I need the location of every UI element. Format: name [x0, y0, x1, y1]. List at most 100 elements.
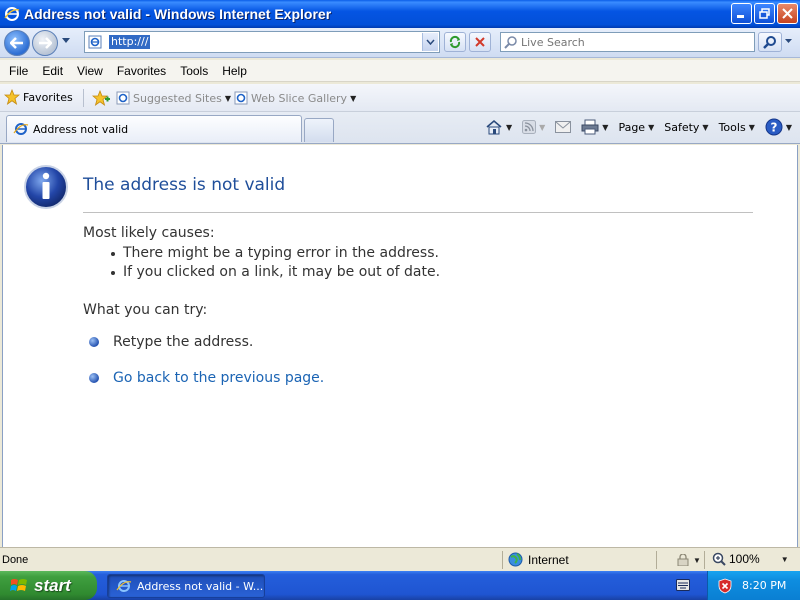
security-shield-icon[interactable] [718, 578, 732, 594]
clock[interactable]: 8:20 PM [742, 579, 786, 592]
navigation-bar: http:/// [0, 28, 800, 58]
page-icon [88, 35, 102, 49]
globe-icon [508, 552, 523, 567]
search-box[interactable] [500, 32, 755, 52]
windows-logo-icon [10, 578, 27, 591]
star-icon [4, 89, 20, 105]
address-dropdown-button[interactable] [422, 33, 438, 51]
tools-menu-button[interactable]: Tools ▼ [719, 121, 755, 134]
chevron-down-icon: ▼ [539, 122, 546, 132]
close-button[interactable] [777, 3, 798, 24]
status-separator [656, 551, 657, 569]
favorites-button[interactable]: Favorites [4, 89, 73, 105]
retype-address-item: Retype the address. [89, 334, 253, 350]
title-bar[interactable]: Address not valid - Windows Internet Exp… [0, 0, 800, 28]
favorites-label: Favorites [23, 90, 73, 104]
chevron-down-icon: ▼ [780, 554, 789, 564]
causes-list: There might be a typing error in the add… [111, 244, 440, 282]
address-bar[interactable]: http:/// [84, 31, 440, 53]
search-input[interactable] [521, 35, 749, 49]
search-button[interactable] [758, 32, 782, 52]
ie-logo-icon [116, 580, 132, 592]
taskbar-item-ie[interactable]: Address not valid - W... [107, 574, 265, 598]
address-url[interactable]: http:/// [109, 35, 151, 49]
go-back-link[interactable]: Go back to the previous page. [113, 370, 324, 386]
close-icon [782, 8, 793, 19]
search-provider-icon [504, 36, 517, 49]
menu-help[interactable]: Help [215, 64, 254, 78]
status-separator [502, 551, 503, 569]
menu-tools[interactable]: Tools [173, 64, 215, 78]
read-mail-button[interactable] [555, 121, 572, 133]
tab-address-not-valid[interactable]: Address not valid [6, 115, 302, 142]
info-icon [24, 165, 68, 209]
protected-mode-button[interactable]: ▼ [676, 554, 701, 566]
start-button[interactable]: start [0, 571, 97, 600]
chevron-down-icon: ▼ [785, 122, 792, 132]
bullet-icon [89, 373, 99, 383]
ie-logo-icon [4, 7, 20, 21]
feeds-button[interactable]: ▼ [522, 120, 545, 134]
chevron-down-icon: ▼ [693, 555, 701, 565]
print-button[interactable]: ▼ [581, 119, 608, 135]
retype-address-text: Retype the address. [113, 334, 254, 350]
taskbar-item-label: Address not valid - W... [137, 579, 264, 593]
maximize-button[interactable] [754, 3, 775, 24]
add-to-favorites-icon[interactable] [92, 90, 110, 106]
lock-icon [677, 554, 689, 566]
menu-favorites[interactable]: Favorites [110, 64, 173, 78]
safety-menu-label: Safety [664, 120, 700, 134]
page-content: The address is not valid Most likely cau… [2, 145, 798, 547]
taskbar: start Address not valid - W... 8:20 PM [0, 571, 800, 600]
search-options-dropdown-icon[interactable] [784, 38, 793, 44]
heading-divider [83, 212, 753, 213]
forward-arrow-icon [39, 37, 52, 49]
forward-button[interactable] [32, 30, 58, 56]
minimize-button[interactable] [731, 3, 752, 24]
chevron-down-icon: ▼ [648, 122, 655, 132]
window-title: Address not valid - Windows Internet Exp… [24, 6, 332, 22]
suggested-sites-link[interactable]: Suggested Sites ▼ [116, 91, 231, 105]
ie-page-icon [13, 123, 29, 135]
chevron-down-icon: ▼ [702, 122, 709, 132]
cause-item: If you clicked on a link, it may be out … [111, 263, 440, 282]
safety-menu-button[interactable]: Safety ▼ [664, 121, 708, 134]
menu-bar: File Edit View Favorites Tools Help [0, 60, 800, 82]
help-icon: ? [765, 118, 783, 136]
go-back-item[interactable]: Go back to the previous page. [89, 370, 324, 386]
zoom-level: 100% [729, 552, 760, 566]
favorites-bar: Favorites Suggested Sites ▼ Web Slice Ga… [0, 84, 800, 112]
home-button[interactable]: ▼ [485, 119, 512, 135]
status-separator [704, 551, 705, 569]
keyboard-icon[interactable] [676, 579, 690, 591]
chevron-down-icon: ▼ [224, 93, 231, 103]
stop-button[interactable] [469, 32, 491, 52]
rss-feed-icon [522, 120, 537, 134]
home-icon [486, 119, 502, 135]
menu-edit[interactable]: Edit [35, 64, 70, 78]
refresh-button[interactable] [444, 32, 466, 52]
help-menu-button[interactable]: ? ▼ [765, 118, 792, 136]
restore-icon [759, 8, 770, 19]
printer-icon [581, 119, 599, 135]
new-tab-button[interactable] [304, 118, 334, 142]
page-menu-button[interactable]: Page ▼ [618, 121, 654, 134]
zoom-icon [712, 552, 726, 566]
favorites-separator [83, 89, 84, 107]
tools-menu-label: Tools [718, 120, 746, 134]
stop-icon [475, 37, 485, 47]
chevron-down-icon: ▼ [505, 122, 513, 132]
search-icon [763, 36, 776, 49]
bullet-icon [89, 337, 99, 347]
recent-pages-dropdown-icon[interactable] [61, 37, 71, 45]
menu-view[interactable]: View [70, 64, 110, 78]
cause-item: There might be a typing error in the add… [111, 244, 440, 263]
command-bar: ▼ ▼ ▼ Page ▼ Safety ▼ Tools ▼ ? ▼ [475, 118, 792, 136]
menu-file[interactable]: File [2, 64, 35, 78]
chevron-down-icon: ▼ [748, 122, 755, 132]
zoom-control[interactable]: 100% ▼ [712, 552, 789, 566]
web-slice-gallery-link[interactable]: Web Slice Gallery ▼ [234, 91, 356, 105]
tab-label: Address not valid [33, 122, 129, 136]
security-zone[interactable]: Internet [508, 552, 569, 567]
back-button[interactable] [4, 30, 30, 56]
